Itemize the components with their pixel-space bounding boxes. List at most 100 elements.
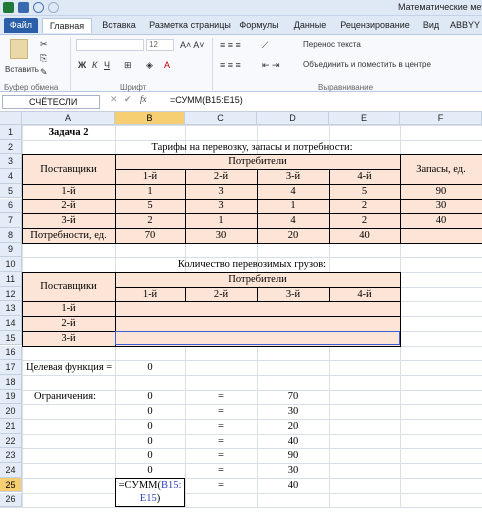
row-header-5[interactable]: 5 [0,183,22,199]
constraint-sign: = [218,420,224,432]
row-header-16[interactable]: 16 [0,345,22,361]
tab-home[interactable]: Главная [42,18,92,33]
tariff-cell: 3 [218,185,224,197]
row-header-18[interactable]: 18 [0,374,22,390]
formula-edit-cell[interactable]: =СУММ(B15: E15) [115,478,185,507]
row-header-21[interactable]: 21 [0,419,22,434]
italic-button[interactable]: К [92,60,97,70]
row-header-26[interactable]: 26 [0,492,22,508]
paste-button[interactable]: Вставить [5,65,39,74]
row-header-9[interactable]: 9 [0,242,22,258]
row-header-22[interactable]: 22 [0,433,22,449]
grow-font-icon[interactable]: A˄ A˅ [180,40,205,50]
tab-formulas[interactable]: Формулы [236,18,282,33]
row-header-10[interactable]: 10 [0,257,22,272]
cut-icon[interactable]: ✂ [40,39,48,50]
orientation-icon[interactable]: ⟋ [262,40,268,51]
formula-input[interactable]: =СУММ(B15:E15) [170,95,243,105]
stock-header: Запасы, ед. [416,163,466,175]
format-painter-icon[interactable]: ✎ [40,67,48,78]
borders-icon[interactable]: ⊞ [124,60,132,71]
row-header-3[interactable]: 3 [0,154,22,170]
column-header-b[interactable]: B [115,112,185,125]
row-header-1[interactable]: 1 [0,125,22,140]
row-header-7[interactable]: 7 [0,213,22,228]
tab-abbyy[interactable]: ABBYY [448,18,482,33]
constraint-sign: = [218,406,224,418]
group-font: Шрифт [120,83,147,92]
consumer-col-3: 3-й [285,170,301,182]
row-header-15[interactable]: 15 [0,330,22,346]
constraint-rhs: 30 [287,406,299,418]
enter-icon[interactable]: ✔ [124,94,132,105]
row-header-2[interactable]: 2 [0,139,22,155]
supplier-row-2: 2-й [61,200,76,212]
row-header-8[interactable]: 8 [0,227,22,243]
needs-cell: 40 [359,229,370,241]
row-header-14[interactable]: 14 [0,316,22,331]
save-icon[interactable] [18,2,29,13]
group-alignment: Выравнивание [318,83,374,92]
underline-button[interactable]: Ч [104,60,110,70]
column-header-d[interactable]: D [257,112,329,125]
row-header-19[interactable]: 19 [0,389,22,405]
excel-logo-icon [3,2,14,13]
separator [212,38,213,90]
row-header-11[interactable]: 11 [0,272,22,287]
copy-icon[interactable]: ⎘ [40,53,47,64]
bold-button[interactable]: Ж [78,60,86,70]
column-header-a[interactable]: A [22,112,115,125]
edit-ref-end: E15 [139,493,157,505]
cancel-icon[interactable]: ✕ [110,94,118,105]
tab-review[interactable]: Рецензирование [336,18,414,33]
font-name-box[interactable] [76,39,144,51]
tab-file[interactable]: Файл [4,18,38,33]
column-header-f[interactable]: F [400,112,482,125]
insert-function-button[interactable]: fx [140,94,147,104]
tariff-cell: 1 [147,185,153,197]
select-all-button[interactable] [0,112,22,125]
font-color-icon[interactable]: A [164,60,170,70]
task-title: Задача 2 [48,126,89,138]
redo-icon[interactable] [48,2,59,13]
supplier-row-1: 1-й [61,185,76,197]
row-header-6[interactable]: 6 [0,198,22,214]
name-box[interactable]: СЧЁТЕСЛИ [2,95,100,109]
merge-center-button[interactable]: Объединить и поместить в центре [303,60,431,69]
column-header-c[interactable]: C [185,112,257,125]
row-header-17[interactable]: 17 [0,360,22,375]
row-header-13[interactable]: 13 [0,301,22,317]
ribbon: Вставить ✂ ⎘ ✎ Буфер обмена 12 A˄ A˅ Ж К… [0,34,482,92]
tariff-cell: 2 [147,215,153,227]
tab-page-layout[interactable]: Разметка страницы [146,18,234,33]
tab-data[interactable]: Данные [288,18,332,33]
font-size-box[interactable]: 12 [146,39,174,51]
quick-access-toolbar: Математические мето [0,0,482,16]
constraint-sign: = [218,464,224,476]
row-header-23[interactable]: 23 [0,448,22,464]
align-left-icon[interactable]: ≡ ≡ ≡ [220,60,241,70]
indent-icon[interactable]: ⇤ ⇥ [262,60,280,71]
tab-insert[interactable]: Вставка [96,18,142,33]
undo-icon[interactable] [33,2,44,13]
gridline-horizontal [0,492,482,494]
row-header-24[interactable]: 24 [0,463,22,478]
constraint-lhs: 0 [147,406,153,418]
align-top-icon[interactable]: ≡ ≡ ≡ [220,40,241,50]
paste-icon[interactable] [10,39,28,59]
row-header-25[interactable]: 25 [0,477,22,493]
consumer-col2-3: 3-й [285,288,301,300]
fill-color-icon[interactable]: ◈ [146,60,153,71]
tab-view[interactable]: Вид [418,18,444,33]
row-header-4[interactable]: 4 [0,169,22,184]
row-header-20[interactable]: 20 [0,404,22,419]
gridline-horizontal [0,507,482,509]
needs-label: Потребности, ед. [30,229,107,241]
constraint-rhs: 90 [287,450,299,462]
row-header-12[interactable]: 12 [0,286,22,302]
supplier-row2-2: 2-й [61,317,76,329]
column-header-e[interactable]: E [329,112,400,125]
objective-value: 0 [147,362,153,374]
wrap-text-button[interactable]: Перенос текста [303,40,361,49]
tariff-cell: 4 [290,215,296,227]
